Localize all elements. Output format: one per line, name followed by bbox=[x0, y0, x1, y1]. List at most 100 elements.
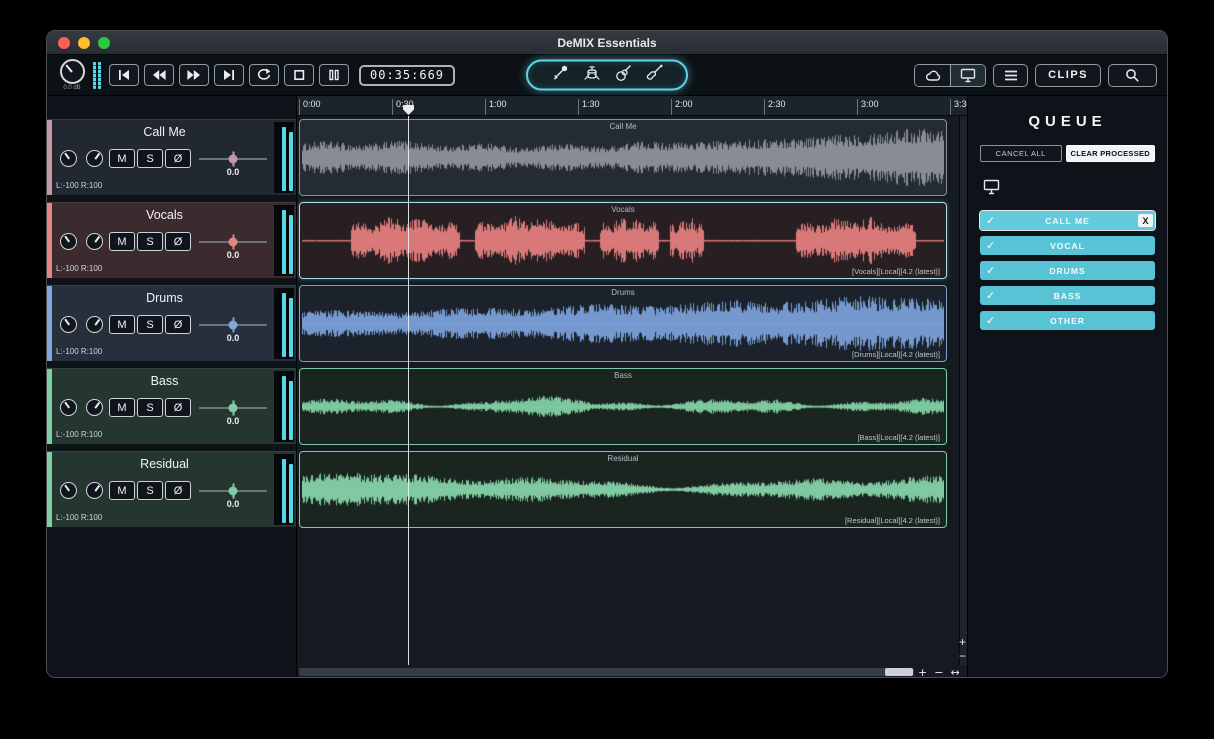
stems-selector[interactable] bbox=[526, 59, 688, 91]
solo-button[interactable]: S bbox=[137, 315, 163, 334]
pan-right-knob[interactable] bbox=[86, 316, 103, 333]
phase-button[interactable]: Ø bbox=[165, 232, 191, 251]
audio-clip[interactable]: Residual [Residual][Local][4.2 (latest)] bbox=[299, 451, 947, 528]
volume-slider-thumb[interactable] bbox=[228, 320, 238, 330]
horizontal-scrollbar[interactable] bbox=[299, 668, 914, 676]
skip-start-button[interactable] bbox=[109, 64, 139, 86]
pan-left-knob[interactable] bbox=[60, 316, 77, 333]
drums-icon[interactable] bbox=[582, 64, 602, 87]
pan-left-knob[interactable] bbox=[60, 233, 77, 250]
vertical-zoom-out-button[interactable]: − bbox=[958, 650, 967, 662]
zoom-fit-button[interactable]: ↔ bbox=[950, 666, 959, 677]
volume-slider-thumb[interactable] bbox=[228, 403, 238, 413]
audio-clip[interactable]: Bass [Bass][Local][4.2 (latest)] bbox=[299, 368, 947, 445]
zoom-button[interactable] bbox=[98, 37, 110, 49]
solo-button[interactable]: S bbox=[137, 149, 163, 168]
time-display: 00:35:669 bbox=[359, 64, 456, 86]
clear-processed-button[interactable]: CLEAR PROCESSED bbox=[1065, 145, 1155, 162]
mute-button[interactable]: M bbox=[109, 232, 135, 251]
zoom-in-button[interactable]: + bbox=[918, 666, 927, 677]
waveform bbox=[302, 371, 944, 442]
menu-button[interactable] bbox=[993, 63, 1029, 87]
pan-right-knob[interactable] bbox=[86, 399, 103, 416]
microphone-icon[interactable] bbox=[551, 64, 570, 87]
volume-slider[interactable] bbox=[199, 153, 267, 165]
cancel-all-button[interactable]: CANCEL ALL bbox=[980, 145, 1062, 162]
pan-left-knob[interactable] bbox=[60, 482, 77, 499]
track-header[interactable]: Residual M S Ø 0.0 L:-100 R:100 bbox=[47, 451, 296, 528]
phase-button[interactable]: Ø bbox=[165, 398, 191, 417]
mute-button[interactable]: M bbox=[109, 398, 135, 417]
phase-button[interactable]: Ø bbox=[165, 481, 191, 500]
volume-slider[interactable] bbox=[199, 319, 267, 331]
track-header[interactable]: Drums M S Ø 0.0 L:-100 R:100 bbox=[47, 285, 296, 362]
time-ruler[interactable]: 0:000:301:001:302:002:303:003:30 bbox=[297, 96, 967, 116]
stop-button[interactable] bbox=[284, 64, 314, 86]
queue-item-label: BASS bbox=[1053, 290, 1082, 301]
cloud-icon[interactable] bbox=[915, 64, 951, 86]
waveform bbox=[302, 205, 944, 276]
volume-value: 0.0 bbox=[226, 333, 240, 343]
phase-button[interactable]: Ø bbox=[165, 315, 191, 334]
mute-button[interactable]: M bbox=[109, 149, 135, 168]
solo-button[interactable]: S bbox=[137, 232, 163, 251]
guitar-icon[interactable] bbox=[614, 64, 633, 87]
pan-right-knob[interactable] bbox=[86, 482, 103, 499]
volume-slider-thumb[interactable] bbox=[228, 154, 238, 164]
window-title: DeMIX Essentials bbox=[557, 35, 657, 50]
queue-item[interactable]: ✓ VOCAL bbox=[980, 236, 1155, 255]
audio-clip[interactable]: Vocals [Vocals][Local][4.2 (latest)] bbox=[299, 202, 947, 279]
audio-clip[interactable]: Call Me bbox=[299, 119, 947, 196]
monitor-icon[interactable] bbox=[950, 64, 986, 86]
track-header[interactable]: Bass M S Ø 0.0 L:-100 R:100 bbox=[47, 368, 296, 445]
master-level-meter bbox=[93, 61, 101, 89]
vertical-zoom-in-button[interactable]: + bbox=[958, 636, 967, 648]
mute-button[interactable]: M bbox=[109, 315, 135, 334]
phase-button[interactable]: Ø bbox=[165, 149, 191, 168]
remove-icon[interactable]: X bbox=[1138, 214, 1153, 227]
track-level-meter bbox=[274, 205, 294, 276]
queue-item[interactable]: ✓ CALL ME X bbox=[979, 210, 1156, 231]
solo-button[interactable]: S bbox=[137, 398, 163, 417]
bass-guitar-icon[interactable] bbox=[645, 64, 664, 87]
fast-forward-button[interactable] bbox=[179, 64, 209, 86]
volume-slider-thumb[interactable] bbox=[228, 486, 238, 496]
track-name: Vocals bbox=[146, 208, 183, 222]
volume-slider[interactable] bbox=[199, 402, 267, 414]
close-button[interactable] bbox=[58, 37, 70, 49]
volume-value: 0.0 bbox=[226, 250, 240, 260]
master-gain-knob[interactable] bbox=[59, 59, 85, 84]
volume-slider[interactable] bbox=[199, 236, 267, 248]
pan-left-knob[interactable] bbox=[60, 150, 77, 167]
track-level-meter bbox=[274, 371, 294, 442]
pan-left-knob[interactable] bbox=[60, 399, 77, 416]
volume-slider-thumb[interactable] bbox=[228, 237, 238, 247]
skip-end-button[interactable] bbox=[214, 64, 244, 86]
zoom-out-button[interactable]: − bbox=[934, 666, 943, 677]
queue-item[interactable]: ✓ BASS bbox=[980, 286, 1155, 305]
track-level-meter bbox=[274, 288, 294, 359]
pan-right-knob[interactable] bbox=[86, 150, 103, 167]
search-button[interactable] bbox=[1108, 63, 1157, 87]
ruler-tick: 3:00 bbox=[857, 99, 879, 115]
clips-button[interactable]: CLIPS bbox=[1035, 63, 1101, 87]
solo-button[interactable]: S bbox=[137, 481, 163, 500]
vertical-scrollbar[interactable] bbox=[959, 116, 967, 665]
volume-value: 0.0 bbox=[226, 416, 240, 426]
track-header[interactable]: Vocals M S Ø 0.0 L:-100 R:100 bbox=[47, 202, 296, 279]
loop-button[interactable] bbox=[249, 64, 279, 86]
queue-item[interactable]: ✓ OTHER bbox=[980, 311, 1155, 330]
volume-slider[interactable] bbox=[199, 485, 267, 497]
audio-clip[interactable]: Drums [Drums][Local][4.2 (latest)] bbox=[299, 285, 947, 362]
pan-right-knob[interactable] bbox=[86, 233, 103, 250]
minimize-button[interactable] bbox=[78, 37, 90, 49]
rewind-button[interactable] bbox=[144, 64, 174, 86]
track-header[interactable]: Call Me M S Ø 0.0 L:-100 R:100 bbox=[47, 119, 296, 196]
track-name: Call Me bbox=[143, 125, 186, 139]
clip-title: Vocals bbox=[611, 205, 635, 214]
horizontal-scrollbar-handle[interactable] bbox=[885, 668, 913, 676]
queue-panel: QUEUE CANCEL ALL CLEAR PROCESSED ✓ CALL … bbox=[967, 96, 1167, 677]
pause-button[interactable] bbox=[319, 64, 349, 86]
mute-button[interactable]: M bbox=[109, 481, 135, 500]
queue-item[interactable]: ✓ DRUMS bbox=[980, 261, 1155, 280]
